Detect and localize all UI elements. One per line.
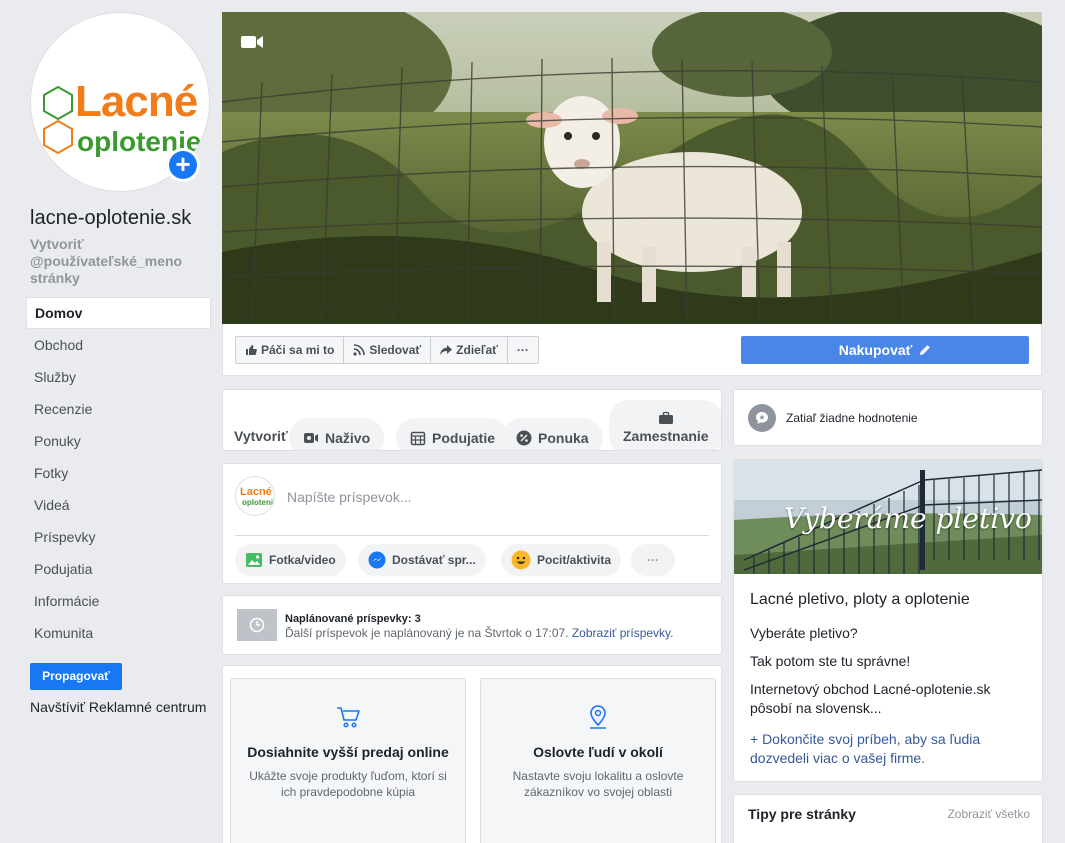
like-button[interactable]: Páči sa mi to xyxy=(236,337,345,363)
composer-more-button[interactable]: ··· xyxy=(631,544,675,576)
create-username-link[interactable]: Vytvoriť @používateľské_meno stránky xyxy=(30,236,210,287)
clock-icon xyxy=(249,617,265,633)
composer-input[interactable]: Napíšte príspevok... xyxy=(287,489,412,505)
tip-local-reach-title: Oslovte ľudí v okolí xyxy=(533,744,663,760)
page-name[interactable]: lacne-oplotenie.sk xyxy=(30,207,191,230)
create-job-button[interactable]: Zamestnanie xyxy=(609,400,721,450)
video-camera-icon[interactable] xyxy=(240,34,264,50)
our-story-card: Vyberáme pletivo Lacné pletivo, ploty a … xyxy=(733,459,1043,782)
view-posts-link[interactable]: Zobraziť príspevky. xyxy=(572,626,674,640)
hexagon-logo-icon xyxy=(43,85,73,155)
logo-text-line1: Lacné xyxy=(75,77,198,126)
story-paragraph-2: Tak potom ste tu správne! xyxy=(750,653,911,669)
sidebar-item-shop[interactable]: Obchod xyxy=(26,329,211,361)
cover-lamb-image xyxy=(222,12,1042,324)
create-label: Vytvoriť xyxy=(234,428,288,444)
story-title: Lacné pletivo, ploty a oplotenie xyxy=(750,591,970,608)
percent-tag-icon xyxy=(516,430,532,446)
story-image-caption: Vyberáme pletivo xyxy=(784,502,1032,535)
cart-icon xyxy=(337,707,360,728)
sidebar-item-reviews[interactable]: Recenzie xyxy=(26,393,211,425)
sidebar-item-photos[interactable]: Fotky xyxy=(26,457,211,489)
rating-card: Zatiaľ žiadne hodnotenie xyxy=(733,389,1043,446)
post-composer: Lacné oplotenie Napíšte príspevok... Fot… xyxy=(222,463,722,584)
growth-tips: Dosiahnite vyšší predaj online Ukážte sv… xyxy=(222,665,722,843)
sidebar-nav: Domov Obchod Služby Recenzie Ponuky Fotk… xyxy=(26,297,211,649)
create-offer-button[interactable]: Ponuka xyxy=(502,418,603,450)
add-profile-photo-button[interactable]: + xyxy=(166,148,200,182)
page-action-buttons: Páči sa mi to Sledovať Zdieľať ··· xyxy=(235,336,539,364)
location-pin-icon xyxy=(590,705,606,729)
scheduled-posts-subtitle: Ďalší príspevok je naplánovaný je na Štv… xyxy=(285,626,674,640)
promote-button[interactable]: Propagovať xyxy=(30,663,122,690)
scheduled-posts-notice: Naplánované príspevky: 3 Ďalší príspevok… xyxy=(222,595,722,655)
complete-story-link[interactable]: + Dokončite svoj príbeh, aby sa ľudia do… xyxy=(750,730,1030,768)
share-label: Zdieľať xyxy=(456,343,498,357)
get-messages-button[interactable]: Dostávať spr... xyxy=(358,544,486,576)
sidebar-item-services[interactable]: Služby xyxy=(26,361,211,393)
live-video-icon xyxy=(304,433,318,443)
event-label: Podujatie xyxy=(432,430,496,446)
tip-local-reach[interactable]: Oslovte ľudí v okolí Nastavte svoju loka… xyxy=(480,678,716,843)
briefcase-icon xyxy=(658,411,673,424)
tip-sell-online-desc: Ukážte svoje produkty ľuďom, ktorí si ic… xyxy=(249,769,447,799)
scheduled-posts-thumbnail xyxy=(237,609,277,641)
sidebar-item-posts[interactable]: Príspevky xyxy=(26,521,211,553)
follow-label: Sledovať xyxy=(369,343,422,357)
get-messages-label: Dostávať spr... xyxy=(392,553,476,567)
sidebar-item-home[interactable]: Domov xyxy=(26,297,211,329)
rating-text: Zatiaľ žiadne hodnotenie xyxy=(786,411,918,425)
create-event-button[interactable]: Podujatie xyxy=(396,418,510,450)
photo-video-button[interactable]: Fotka/video xyxy=(235,544,346,576)
share-arrow-icon xyxy=(440,345,453,355)
shop-label: Nakupovať xyxy=(838,342,913,358)
sidebar-item-events[interactable]: Podujatia xyxy=(26,553,211,585)
page-tips-card: Tipy pre stránky Zobraziť všetko xyxy=(733,794,1043,843)
more-actions-button[interactable]: ··· xyxy=(508,337,538,363)
see-all-tips-link[interactable]: Zobraziť všetko xyxy=(947,807,1030,821)
follow-button[interactable]: Sledovať xyxy=(344,337,432,363)
story-paragraph-1: Vyberáte pletivo? xyxy=(750,625,858,641)
speech-bubble-icon xyxy=(756,412,768,424)
composer-divider xyxy=(235,535,709,536)
composer-avatar: Lacné oplotenie xyxy=(235,476,275,516)
review-bubble-icon xyxy=(748,404,776,432)
scheduled-posts-title: Naplánované príspevky: 3 xyxy=(285,613,421,625)
smiley-icon xyxy=(511,550,531,570)
photo-video-label: Fotka/video xyxy=(269,553,336,567)
job-label: Zamestnanie xyxy=(623,428,709,444)
calendar-icon xyxy=(410,431,426,446)
composer-avatar-line2: oplotenie xyxy=(242,498,275,507)
composer-avatar-line1: Lacné xyxy=(240,486,272,498)
sidebar-item-offers[interactable]: Ponuky xyxy=(26,425,211,457)
feeling-activity-label: Pocit/aktivita xyxy=(537,553,612,567)
create-live-button[interactable]: Naživo xyxy=(289,418,385,450)
offer-label: Ponuka xyxy=(538,430,589,446)
sidebar-item-videos[interactable]: Videá xyxy=(26,489,211,521)
share-button[interactable]: Zdieľať xyxy=(431,337,508,363)
plus-icon: + xyxy=(169,151,197,179)
tip-sell-online[interactable]: Dosiahnite vyšší predaj online Ukážte sv… xyxy=(230,678,466,843)
like-label: Páči sa mi to xyxy=(261,343,335,357)
live-label: Naživo xyxy=(325,430,371,446)
sidebar-item-community[interactable]: Komunita xyxy=(26,617,211,649)
page-action-bar: Páči sa mi to Sledovať Zdieľať ··· Nakup… xyxy=(222,324,1042,376)
story-cover-image[interactable]: Vyberáme pletivo xyxy=(734,460,1042,574)
create-post-type-bar: Vytvoriť Naživo Podujatie Ponuka Zamestn… xyxy=(222,389,722,451)
shop-button[interactable]: Nakupovať xyxy=(741,336,1029,364)
pencil-icon xyxy=(920,345,931,355)
cover-photo[interactable] xyxy=(222,12,1042,324)
tip-local-reach-desc: Nastavte svoju lokalitu a oslovte zákazn… xyxy=(512,769,684,799)
messenger-icon xyxy=(368,551,386,569)
thumbs-up-icon xyxy=(246,345,257,355)
rss-icon xyxy=(353,344,366,356)
ads-center-link[interactable]: Navštíviť Reklamné centrum xyxy=(30,699,206,715)
page-tips-title: Tipy pre stránky xyxy=(748,806,856,822)
sidebar-item-about[interactable]: Informácie xyxy=(26,585,211,617)
tip-sell-online-title: Dosiahnite vyšší predaj online xyxy=(247,744,449,760)
photo-icon xyxy=(246,553,262,567)
scheduled-posts-info: Ďalší príspevok je naplánovaný je na Štv… xyxy=(285,626,569,640)
story-paragraph-3: Internetový obchod Lacné-oplotenie.sk pô… xyxy=(750,681,991,716)
feeling-activity-button[interactable]: Pocit/aktivita xyxy=(501,544,622,576)
